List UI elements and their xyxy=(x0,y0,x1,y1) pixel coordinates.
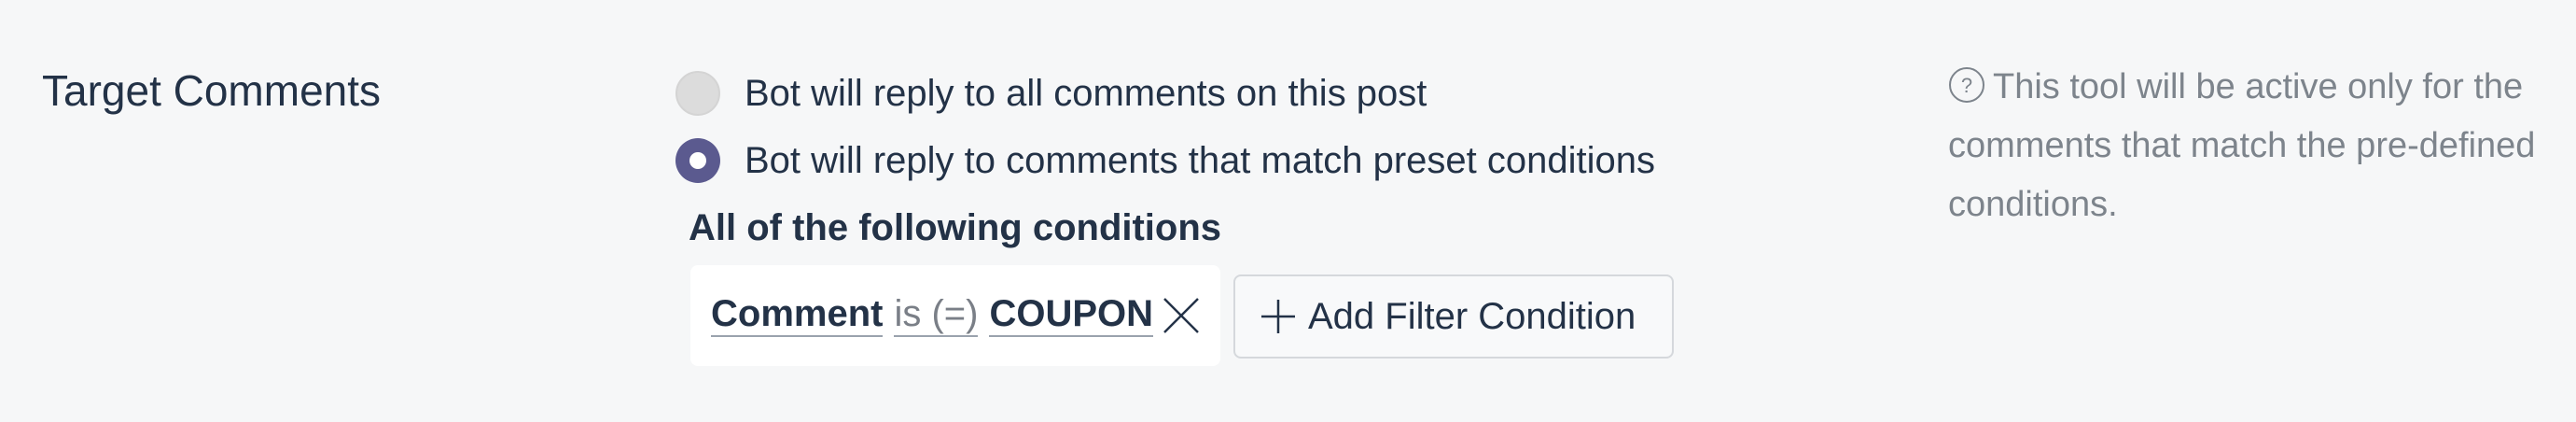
radio-unselected[interactable] xyxy=(675,71,720,116)
help-text: This tool will be active only for the co… xyxy=(1948,67,2536,224)
add-filter-condition-label: Add Filter Condition xyxy=(1308,295,1636,337)
condition-field[interactable]: Comment xyxy=(711,294,884,337)
option-all-comments-label: Bot will reply to all comments on this p… xyxy=(745,72,1427,114)
target-options-radio-group: Bot will reply to all comments on this p… xyxy=(675,65,1655,200)
svg-text:?: ? xyxy=(1961,74,1972,97)
condition-value[interactable]: COUPON xyxy=(989,294,1154,337)
add-filter-condition-button[interactable]: Add Filter Condition xyxy=(1233,274,1674,359)
condition-operator[interactable]: is (=) xyxy=(894,294,979,337)
option-preset-conditions-label: Bot will reply to comments that match pr… xyxy=(745,139,1655,181)
plus-icon xyxy=(1260,298,1297,335)
question-circle-icon: ? xyxy=(1948,63,1985,103)
option-preset-conditions[interactable]: Bot will reply to comments that match pr… xyxy=(675,133,1655,189)
filter-condition-chip: Comment is (=) COUPON xyxy=(690,265,1220,366)
conditions-heading: All of the following conditions xyxy=(689,207,1222,248)
section-title: Target Comments xyxy=(42,66,382,115)
help-note: ? This tool will be active only for the … xyxy=(1948,58,2545,234)
option-all-comments[interactable]: Bot will reply to all comments on this p… xyxy=(675,65,1655,121)
remove-condition-icon[interactable] xyxy=(1161,295,1202,336)
radio-selected[interactable] xyxy=(675,138,720,183)
target-comments-settings: Target Comments Bot will reply to all co… xyxy=(0,0,2576,422)
